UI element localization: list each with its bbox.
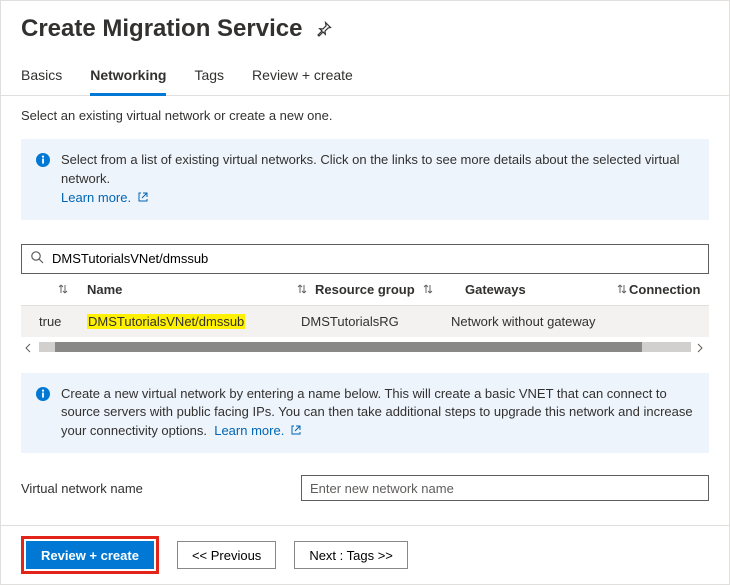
sort-icon[interactable] (615, 282, 629, 296)
info-select-text: Select from a list of existing virtual n… (61, 152, 680, 186)
row-gw-value: Network without gateway (451, 314, 596, 329)
scroll-left-icon[interactable] (23, 341, 35, 353)
tab-bar: Basics Networking Tags Review + create (1, 43, 729, 96)
vnet-name-label: Virtual network name (21, 481, 281, 496)
search-icon (30, 250, 44, 267)
vnet-search[interactable] (21, 244, 709, 274)
tab-tags[interactable]: Tags (194, 67, 224, 95)
sort-icon[interactable] (56, 282, 70, 296)
col-conn-label[interactable]: Connection (629, 282, 701, 297)
external-link-icon (138, 189, 148, 199)
tab-review-create[interactable]: Review + create (252, 67, 353, 95)
intro-text: Select an existing virtual network or cr… (21, 108, 709, 123)
highlight-frame: Review + create (21, 536, 159, 574)
previous-button[interactable]: << Previous (177, 541, 276, 569)
col-name-label[interactable]: Name (87, 282, 122, 297)
row-rg-value: DMSTutorialsRG (301, 314, 399, 329)
next-button[interactable]: Next : Tags >> (294, 541, 408, 569)
scroll-track[interactable] (39, 342, 691, 352)
scroll-right-icon[interactable] (695, 341, 707, 353)
table-row[interactable]: true DMSTutorialsVNet/dmssub DMSTutorial… (21, 306, 709, 337)
row-selected-value: true (39, 314, 61, 329)
vnet-name-input[interactable] (301, 475, 709, 501)
info-box-create: Create a new virtual network by entering… (21, 373, 709, 454)
vnet-search-input[interactable] (50, 250, 700, 267)
page-title: Create Migration Service (21, 15, 302, 43)
sort-icon[interactable] (421, 282, 435, 296)
tab-networking[interactable]: Networking (90, 67, 166, 96)
learn-more-link-select[interactable]: Learn more. (61, 190, 148, 205)
scroll-thumb[interactable] (55, 342, 642, 352)
col-rg-label[interactable]: Resource group (315, 282, 415, 297)
horizontal-scrollbar[interactable] (21, 339, 709, 355)
col-gw-label[interactable]: Gateways (465, 282, 526, 297)
info-box-select: Select from a list of existing virtual n… (21, 139, 709, 220)
tab-basics[interactable]: Basics (21, 67, 62, 95)
info-icon (35, 152, 51, 168)
info-icon (35, 386, 51, 402)
sort-icon[interactable] (295, 282, 309, 296)
info-create-text: Create a new virtual network by entering… (61, 386, 693, 439)
vnet-table-header: Name Resource group Gateways Connection (21, 274, 709, 306)
row-name-value: DMSTutorialsVNet/dmssub (87, 314, 245, 329)
review-create-button[interactable]: Review + create (26, 541, 154, 569)
footer-actions: Review + create << Previous Next : Tags … (1, 525, 729, 584)
learn-more-link-create[interactable]: Learn more. (211, 423, 301, 438)
pin-icon[interactable] (316, 21, 332, 37)
external-link-icon (291, 422, 301, 432)
